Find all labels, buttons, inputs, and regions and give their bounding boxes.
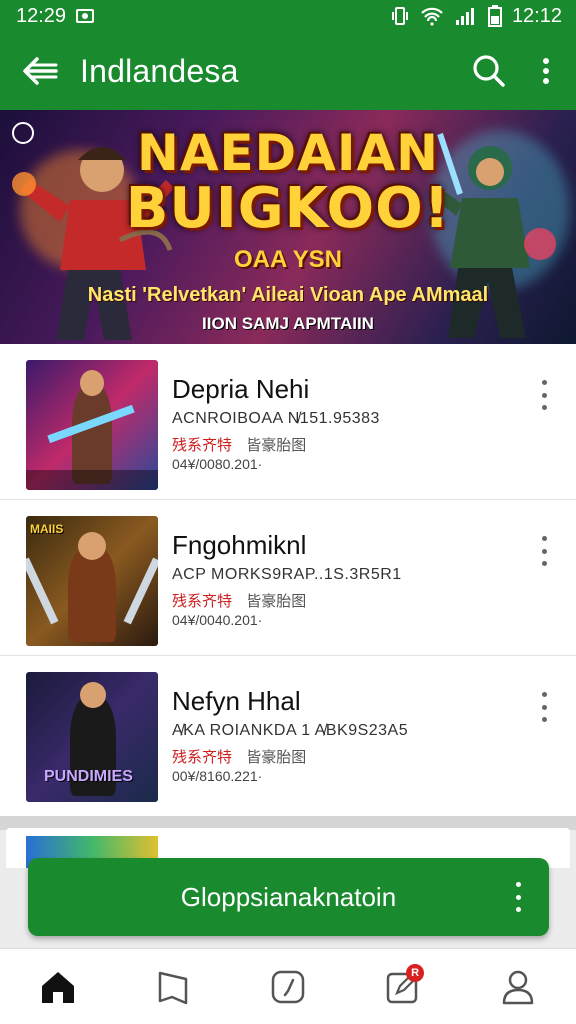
list-item[interactable]: MAIIS Fngohmiknl ACP MORKS9RAP..1S.3R5R1… <box>0 500 576 656</box>
item-tag-gray: 皆豪胎图 <box>246 749 307 766</box>
item-date: 04¥/0040.201· <box>172 612 263 628</box>
thumbnail-face <box>80 682 106 708</box>
item-more-button[interactable] <box>534 380 554 410</box>
nav-library[interactable] <box>138 952 208 1022</box>
banner-tagline: Nasti 'Relvetkan' Aileai Vioan Ape AMmaa… <box>87 284 489 306</box>
nav-profile[interactable] <box>483 952 553 1022</box>
more-dot <box>516 882 521 887</box>
nav-home[interactable] <box>23 952 93 1022</box>
banner-title-line2: BUIGKOO! <box>125 176 451 241</box>
thumbnail-shade <box>26 470 158 490</box>
banner-subtitle: OAA YSN <box>233 246 343 273</box>
item-tag-red: 残系齐特 <box>172 749 233 766</box>
item-title: Nefyn Hhal <box>172 686 301 716</box>
more-dot <box>541 392 547 398</box>
arrow-left-icon <box>23 57 58 85</box>
nav-updates[interactable]: R <box>368 952 438 1022</box>
item-tag-red: 残系齐特 <box>172 437 233 454</box>
wifi-icon <box>421 7 443 26</box>
profile-icon <box>503 970 534 1004</box>
item-tags: 残系齐特 皆豪胎图 <box>172 590 306 611</box>
search-icon <box>473 55 505 87</box>
banner-caption: IION SAMJ APMTAIIN <box>202 314 374 333</box>
item-subtitle: ACP MORKS9RAP..1S.3R5R1 <box>172 566 402 583</box>
thumbnail-logo-text: MAIIS <box>30 522 64 536</box>
more-dot <box>516 907 521 912</box>
status-time: 12:29 <box>16 4 67 27</box>
status-time-right: 12:12 <box>511 4 562 27</box>
promo-banner[interactable]: NAEDAIAN BUIGKOO! OAA YSN Nasti 'Relvetk… <box>0 110 576 344</box>
search-button[interactable] <box>462 32 516 110</box>
thumbnail-face <box>78 532 106 560</box>
more-vert-icon <box>543 58 549 84</box>
overflow-menu-button[interactable] <box>516 32 576 110</box>
item-tag-red: 残系齐特 <box>172 593 233 610</box>
more-dot <box>541 536 547 541</box>
item-tag-gray: 皆豪胎图 <box>246 593 307 610</box>
bottom-navigation: R <box>0 948 576 1024</box>
item-date: 04¥/0080.201· <box>172 456 263 472</box>
item-tags: 残系齐特 皆豪胎图 <box>172 434 306 455</box>
item-subtitle: ACNROIBOAA N̸151.95383 <box>172 410 380 427</box>
status-bar: 12:29 12:12 <box>0 0 576 32</box>
item-tags: 残系齐特 皆豪胎图 <box>172 746 306 767</box>
banner-title-line1: NAEDAIAN <box>136 124 440 182</box>
item-subtitle: A̸KA ROIANKDA 1 A̸BK9S23A5 <box>172 722 409 739</box>
thumbnail-weapon <box>26 557 59 625</box>
more-dot <box>516 894 521 900</box>
more-dot <box>541 692 547 697</box>
thumbnail-face <box>80 370 104 396</box>
page-title: Indlandesa <box>80 52 239 89</box>
game-thumbnail: MAIIS <box>26 516 158 646</box>
signal-icon <box>455 8 474 25</box>
game-thumbnail: PUNDIMIES <box>26 672 158 802</box>
more-dot <box>541 561 547 566</box>
app-screen: 12:29 12:12 Indlandesa NAEDAIAN BUIGKOO!… <box>0 0 576 1024</box>
home-icon <box>41 971 74 1003</box>
list-item[interactable]: Depria Nehi ACNROIBOAA N̸151.95383 残系齐特 … <box>0 344 576 500</box>
flag-icon <box>158 971 188 1004</box>
primary-action-button[interactable]: Gloppsianaknatoin <box>28 858 549 936</box>
app-bar: Indlandesa <box>0 32 576 110</box>
item-more-button[interactable] <box>534 536 554 566</box>
more-dot <box>541 717 547 722</box>
back-button[interactable] <box>0 32 80 110</box>
game-list: Depria Nehi ACNROIBOAA N̸151.95383 残系齐特 … <box>0 344 576 816</box>
nav-explore[interactable] <box>253 952 323 1022</box>
vibrate-icon <box>391 7 408 25</box>
item-title: Depria Nehi <box>172 374 310 404</box>
more-dot <box>541 380 547 385</box>
item-more-button[interactable] <box>534 692 554 722</box>
thumbnail-weapon <box>123 557 158 625</box>
thumbnail-logo-text: PUNDIMIES <box>44 768 133 785</box>
thumbnail-figure <box>68 546 116 642</box>
more-dot <box>541 548 547 554</box>
more-dot <box>541 405 547 410</box>
primary-action-label: Gloppsianaknatoin <box>180 881 397 912</box>
battery-icon <box>487 5 502 27</box>
item-date: 00¥/8160.221· <box>172 768 263 784</box>
thumbnail-figure <box>72 384 112 484</box>
notification-icon <box>76 9 95 23</box>
cta-more-button[interactable] <box>516 882 521 912</box>
more-dot <box>541 704 547 710</box>
item-tag-gray: 皆豪胎图 <box>246 437 307 454</box>
notification-badge: R <box>406 963 425 982</box>
compass-icon <box>271 970 305 1003</box>
item-title: Fngohmiknl <box>172 530 307 560</box>
list-item[interactable]: PUNDIMIES Nefyn Hhal A̸KA ROIANKDA 1 A̸B… <box>0 656 576 816</box>
game-thumbnail <box>26 360 158 490</box>
